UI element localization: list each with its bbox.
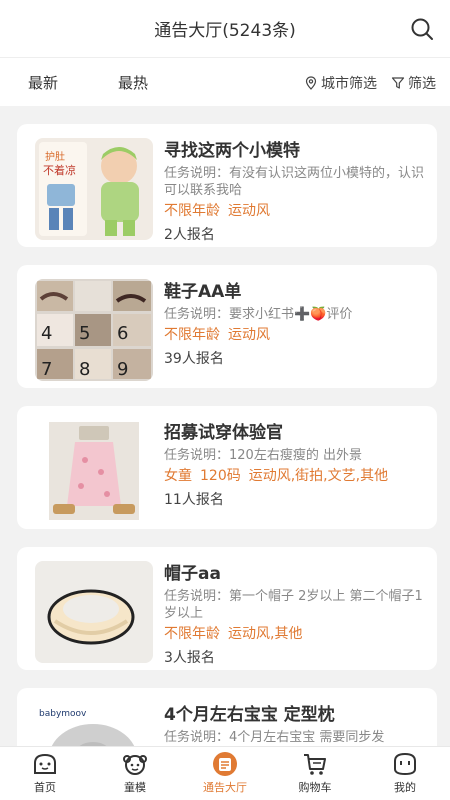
card-tags: 女童 120码 运动风,街拍,文艺,其他 bbox=[164, 466, 425, 486]
notice-hall-icon bbox=[213, 752, 237, 776]
notice-card[interactable]: 4 5 6 7 8 9 鞋子AA单 任务说明：要求小红书➕🍑评价 不限年龄 运动风… bbox=[17, 265, 437, 388]
card-thumbnail: babymoov bbox=[35, 702, 153, 746]
notice-card[interactable]: 护肚 不着凉 寻找这两个小模特 任务说明：有没有认识这两位小模特的，认识可以联系… bbox=[17, 124, 437, 247]
card-title: 帽子aa bbox=[164, 564, 221, 584]
top-header: 通告大厅(5243条) bbox=[0, 0, 450, 58]
thumb-num: 9 bbox=[117, 359, 128, 380]
card-title: 寻找这两个小模特 bbox=[164, 141, 300, 161]
tab-label: 首页 bbox=[34, 781, 56, 794]
signup-count: 39人报名 bbox=[164, 351, 224, 367]
card-thumbnail: 护肚 不着凉 bbox=[35, 138, 153, 240]
city-filter-button[interactable]: 城市筛选 bbox=[304, 73, 377, 93]
card-thumbnail bbox=[35, 561, 153, 663]
home-icon bbox=[34, 753, 56, 774]
card-tags: 不限年龄 运动风 bbox=[164, 325, 425, 345]
tab-home[interactable]: 首页 bbox=[0, 747, 90, 800]
profile-icon bbox=[394, 752, 416, 776]
filter-label: 筛选 bbox=[408, 76, 436, 92]
page-title: 通告大厅(5243条) bbox=[154, 21, 296, 41]
card-thumbnail: 4 5 6 7 8 9 bbox=[35, 279, 153, 381]
card-description: 任务说明：要求小红书➕🍑评价 bbox=[164, 307, 353, 322]
card-description: 任务说明：第一个帽子 2岁以上 第二个帽子1岁以上 bbox=[164, 589, 423, 621]
child-model-icon bbox=[123, 755, 147, 775]
card-tag: 不限年龄 bbox=[164, 203, 220, 219]
thumb-brand: babymoov bbox=[39, 709, 87, 719]
notice-list: 护肚 不着凉 寻找这两个小模特 任务说明：有没有认识这两位小模特的，认识可以联系… bbox=[0, 106, 450, 746]
tab-hottest[interactable]: 最热 bbox=[118, 72, 148, 93]
card-tags: 不限年龄 运动风,其他 bbox=[164, 624, 425, 644]
thumb-num: 8 bbox=[79, 359, 90, 380]
thumb-caption-1: 护肚 bbox=[45, 150, 65, 163]
tab-latest[interactable]: 最新 bbox=[28, 72, 58, 93]
card-title: 鞋子AA单 bbox=[164, 282, 242, 302]
search-icon[interactable] bbox=[410, 17, 434, 41]
filter-button[interactable]: 筛选 bbox=[391, 73, 436, 93]
cart-icon bbox=[304, 754, 326, 775]
card-description: 任务说明：有没有认识这两位小模特的，认识可以联系我哈 bbox=[164, 166, 425, 198]
card-tag: 运动风,其他 bbox=[228, 626, 303, 642]
thumb-num: 5 bbox=[79, 323, 90, 344]
tab-label: 童模 bbox=[124, 781, 146, 794]
card-title: 招募试穿体验官 bbox=[164, 423, 283, 443]
tab-label: 购物车 bbox=[298, 781, 332, 794]
card-description: 任务说明：4个月左右宝宝 需要同步发 bbox=[164, 730, 385, 745]
card-description: 任务说明：120左右瘦瘦的 出外景 bbox=[164, 448, 362, 463]
tab-notice-hall[interactable]: 通告大厅 bbox=[180, 747, 270, 800]
card-tag: 运动风 bbox=[228, 203, 270, 219]
card-tag: 运动风 bbox=[228, 327, 270, 343]
tab-label: 通告大厅 bbox=[203, 781, 247, 794]
thumb-num: 6 bbox=[117, 323, 128, 344]
notice-card[interactable]: 帽子aa 任务说明：第一个帽子 2岁以上 第二个帽子1岁以上 不限年龄 运动风,其… bbox=[17, 547, 437, 670]
signup-count: 11人报名 bbox=[164, 492, 224, 508]
tab-profile[interactable]: 我的 bbox=[360, 747, 450, 800]
card-thumbnail bbox=[35, 420, 153, 522]
card-tag: 运动风,街拍,文艺,其他 bbox=[248, 468, 389, 484]
funnel-icon bbox=[391, 77, 405, 89]
card-tag: 不限年龄 bbox=[164, 327, 220, 343]
bottom-tab-bar: 首页 童模 通告大厅 购物车 我的 bbox=[0, 746, 450, 800]
filter-bar: 最新 最热 城市筛选 筛选 bbox=[0, 58, 450, 106]
location-pin-icon bbox=[305, 76, 317, 90]
card-tag: 女童 bbox=[164, 468, 192, 484]
tab-cart[interactable]: 购物车 bbox=[270, 747, 360, 800]
tab-child-model[interactable]: 童模 bbox=[90, 747, 180, 800]
thumb-caption-2: 不着凉 bbox=[43, 163, 76, 177]
card-tag: 120码 bbox=[200, 468, 241, 484]
signup-count: 2人报名 bbox=[164, 227, 215, 243]
tab-label: 我的 bbox=[394, 781, 416, 794]
thumb-num: 7 bbox=[41, 359, 52, 380]
card-tags: 不限年龄 运动风 bbox=[164, 201, 425, 221]
notice-card[interactable]: 招募试穿体验官 任务说明：120左右瘦瘦的 出外景 女童 120码 运动风,街拍,文… bbox=[17, 406, 437, 529]
signup-count: 3人报名 bbox=[164, 650, 215, 666]
card-tag: 不限年龄 bbox=[164, 626, 220, 642]
card-title: 4个月左右宝宝 定型枕 bbox=[164, 705, 335, 725]
city-filter-label: 城市筛选 bbox=[321, 76, 377, 92]
notice-card[interactable]: babymoov 4个月左右宝宝 定型枕 任务说明：4个月左右宝宝 需要同步发 bbox=[17, 688, 437, 746]
thumb-num: 4 bbox=[41, 323, 52, 344]
